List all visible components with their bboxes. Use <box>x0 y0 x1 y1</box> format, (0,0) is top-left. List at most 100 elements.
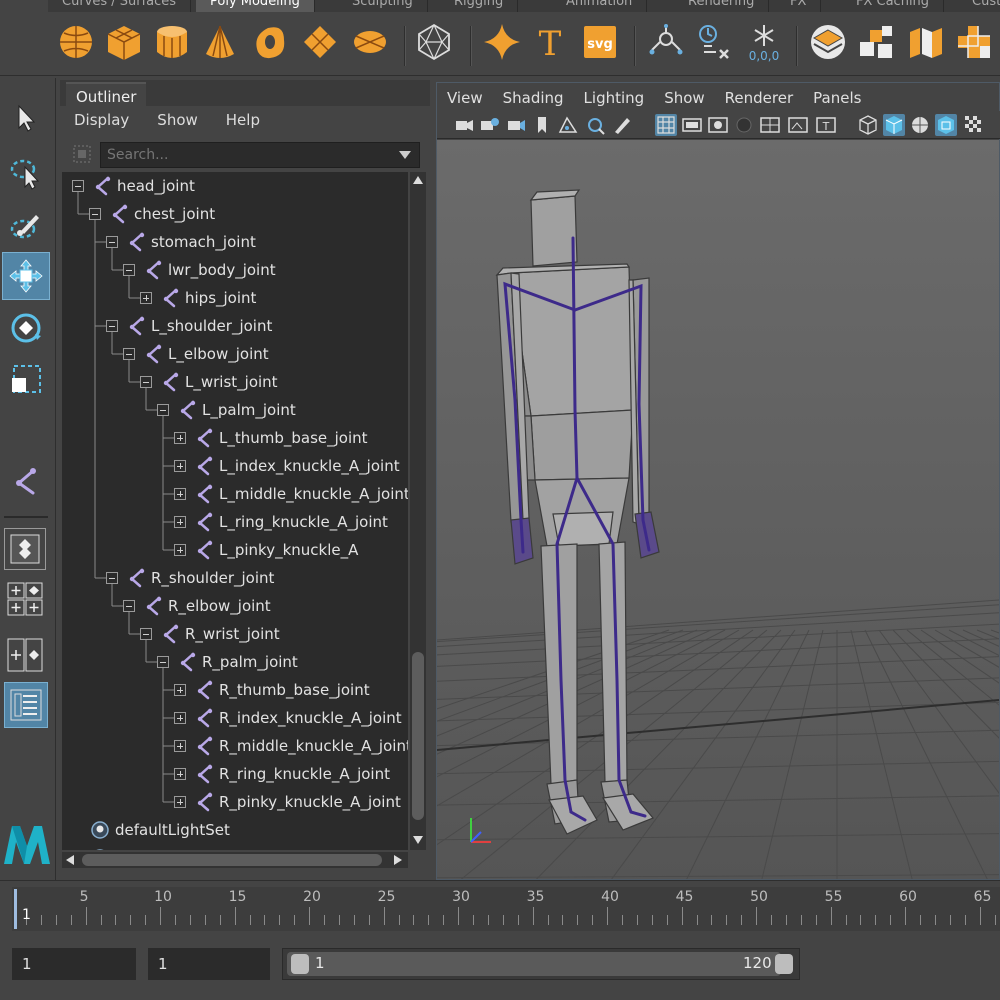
time-slider[interactable]: 5 10 15 20 25 30 35 40 45 50 55 60 65 1 <box>0 880 1000 936</box>
viewport-scene[interactable] <box>437 140 999 879</box>
range-start-handle[interactable] <box>291 954 309 974</box>
search-dropdown-chevron-icon[interactable] <box>398 148 412 164</box>
move-tool-icon[interactable] <box>2 252 50 300</box>
viewport-menu-show[interactable]: Show <box>654 83 714 111</box>
shelf-tab-curves-surfaces[interactable]: Curves / Surfaces <box>48 0 192 12</box>
expand-icon[interactable] <box>174 768 186 780</box>
outliner-joint-item[interactable]: R_ring_knuckle_A_joint <box>62 760 408 788</box>
start-time-field[interactable]: 1 <box>12 948 136 980</box>
sweep-mesh-icon[interactable] <box>646 22 686 62</box>
outliner-search-input[interactable] <box>100 142 420 168</box>
safe-action-icon[interactable] <box>787 114 809 136</box>
outliner-horizontal-scrollbar[interactable] <box>62 852 408 868</box>
expand-icon[interactable] <box>174 432 186 444</box>
outliner-joint-item[interactable]: stomach_joint <box>62 228 408 256</box>
expand-icon[interactable] <box>174 684 186 696</box>
select-tool-icon[interactable] <box>2 94 50 142</box>
collapse-icon[interactable] <box>140 628 152 640</box>
expand-icon[interactable] <box>174 712 186 724</box>
bookmark-icon[interactable] <box>531 114 553 136</box>
poly-sphere-icon[interactable] <box>56 22 96 62</box>
single-pane-layout-icon[interactable] <box>4 528 46 570</box>
poly-cube-icon[interactable] <box>104 22 144 62</box>
poly-cylinder-icon[interactable] <box>152 22 192 62</box>
outliner-vertical-scrollbar[interactable] <box>410 172 426 850</box>
grease-pencil-icon[interactable] <box>611 114 633 136</box>
collapse-icon[interactable] <box>106 320 118 332</box>
joint-tool-icon[interactable] <box>2 458 50 506</box>
wireframe-on-shaded-icon[interactable] <box>909 114 931 136</box>
2d-pan-zoom-icon[interactable] <box>585 114 607 136</box>
current-time-marker[interactable] <box>14 889 17 929</box>
expand-icon[interactable] <box>174 544 186 556</box>
outliner-joint-item[interactable]: lwr_body_joint <box>62 256 408 284</box>
extract-icon[interactable] <box>906 22 946 62</box>
shelf-tab-rigging[interactable]: Rigging <box>440 0 519 12</box>
smooth-icon[interactable] <box>954 22 994 62</box>
film-gate-icon[interactable] <box>681 114 703 136</box>
paint-select-tool-icon[interactable] <box>2 202 50 250</box>
outliner-tab[interactable]: Outliner <box>66 82 147 106</box>
outliner-set-item[interactable]: defaultObjectSet <box>62 844 408 850</box>
outliner-joint-item[interactable]: R_palm_joint <box>62 648 408 676</box>
outliner-joint-item[interactable]: head_joint <box>62 172 408 200</box>
type-tool-icon[interactable] <box>694 22 734 62</box>
outliner-layout-icon[interactable] <box>4 682 48 728</box>
poly-cone-icon[interactable] <box>200 22 240 62</box>
outliner-joint-item[interactable]: R_elbow_joint <box>62 592 408 620</box>
bookmarks-icon[interactable] <box>505 114 527 136</box>
shelf-tab-rendering[interactable]: Rendering <box>674 0 770 12</box>
expand-icon[interactable] <box>174 516 186 528</box>
wireframe-icon[interactable] <box>857 114 879 136</box>
shelf-tab-fx[interactable]: FX <box>776 0 822 12</box>
outliner-joint-item[interactable]: L_wrist_joint <box>62 368 408 396</box>
viewport-canvas[interactable] <box>437 140 999 879</box>
filter-icon[interactable] <box>70 142 94 166</box>
collapse-icon[interactable] <box>89 208 101 220</box>
viewport-menu-renderer[interactable]: Renderer <box>715 83 803 111</box>
outliner-joint-item[interactable]: R_index_knuckle_A_joint <box>62 704 408 732</box>
collapse-icon[interactable] <box>123 264 135 276</box>
outliner-menu-help[interactable]: Help <box>212 106 274 134</box>
use-all-lights-icon[interactable] <box>963 114 985 136</box>
outliner-joint-item[interactable]: R_wrist_joint <box>62 620 408 648</box>
poly-disc-icon[interactable] <box>350 22 390 62</box>
smooth-shade-icon[interactable] <box>883 114 905 136</box>
four-pane-layout-icon[interactable] <box>4 578 46 620</box>
outliner-joint-item[interactable]: chest_joint <box>62 200 408 228</box>
collapse-icon[interactable] <box>72 180 84 192</box>
image-plane-icon[interactable] <box>557 114 579 136</box>
outliner-joint-item[interactable]: R_shoulder_joint <box>62 564 408 592</box>
expand-icon[interactable] <box>174 488 186 500</box>
viewport-menu-shading[interactable]: Shading <box>493 83 574 111</box>
safe-title-icon[interactable]: T <box>815 114 837 136</box>
scroll-down-icon[interactable] <box>413 836 423 844</box>
collapse-icon[interactable] <box>106 236 118 248</box>
svg-icon[interactable]: svg <box>580 22 620 62</box>
resolution-gate-icon[interactable] <box>707 114 729 136</box>
viewport-menu-panels[interactable]: Panels <box>803 83 871 111</box>
shelf-tab-sculpting[interactable]: Sculpting <box>338 0 428 12</box>
outliner-joint-item[interactable]: R_thumb_base_joint <box>62 676 408 704</box>
collapse-icon[interactable] <box>157 656 169 668</box>
collapse-icon[interactable] <box>123 600 135 612</box>
poly-torus-icon[interactable] <box>250 22 290 62</box>
outliner-joint-item[interactable]: L_ring_knuckle_A_joint <box>62 508 408 536</box>
shelf-tab-custom[interactable]: Custom <box>958 0 1000 12</box>
shelf-tab-animation[interactable]: Animation <box>552 0 648 12</box>
gate-mask-icon[interactable] <box>733 114 755 136</box>
collapse-icon[interactable] <box>123 348 135 360</box>
collapse-icon[interactable] <box>106 572 118 584</box>
outliner-menu-show[interactable]: Show <box>143 106 211 134</box>
scroll-up-icon[interactable] <box>413 176 423 184</box>
outliner-menu-display[interactable]: Display <box>60 106 143 134</box>
combine-icon[interactable] <box>808 22 848 62</box>
snowflake-icon[interactable]: 0,0,0 <box>744 22 784 62</box>
anim-start-time-field[interactable]: 1 <box>148 948 270 980</box>
expand-icon[interactable] <box>140 292 152 304</box>
outliner-joint-item[interactable]: R_middle_knuckle_A_joint <box>62 732 408 760</box>
viewport-menu-lighting[interactable]: Lighting <box>574 83 655 111</box>
outliner-joint-item[interactable]: hips_joint <box>62 284 408 312</box>
expand-icon[interactable] <box>174 796 186 808</box>
viewport-menu-view[interactable]: View <box>437 83 493 111</box>
